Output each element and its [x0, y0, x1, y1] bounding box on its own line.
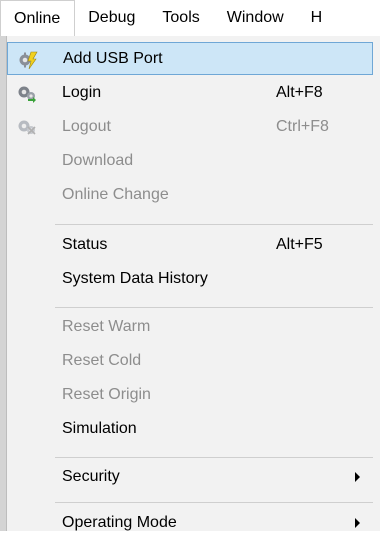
menu-item-simulation[interactable]: Simulation [7, 412, 373, 445]
menu-online[interactable]: Online [0, 0, 76, 36]
menu-help[interactable]: H [298, 0, 337, 36]
gear-logout-icon [17, 117, 37, 137]
menu-separator [55, 224, 373, 225]
menu-item-online-change[interactable]: Online Change [7, 178, 373, 211]
menu-debug[interactable]: Debug [75, 0, 149, 36]
menu-item-security[interactable]: Security [7, 460, 373, 493]
shortcut-text: Alt+F8 [276, 83, 323, 101]
menu-item-system-data-history[interactable]: System Data History [7, 262, 373, 295]
menu-item-label: Status [62, 235, 108, 253]
menu-bar: Online Debug Tools Window H [0, 0, 380, 36]
menu-item-logout[interactable]: Logout Ctrl+F8 [7, 110, 373, 143]
menu-window[interactable]: Window [214, 0, 298, 36]
menu-item-reset-origin[interactable]: Reset Origin [7, 378, 373, 411]
gear-login-icon [17, 83, 37, 103]
menu-item-label: System Data History [62, 269, 208, 287]
menu-item-reset-warm[interactable]: Reset Warm [7, 310, 373, 343]
menu-item-label: Reset Origin [62, 385, 151, 403]
menu-separator [55, 502, 373, 503]
menu-tools[interactable]: Tools [149, 0, 213, 36]
menu-item-label: Logout [62, 117, 111, 135]
menu-item-reset-cold[interactable]: Reset Cold [7, 344, 373, 377]
menu-item-label: Operating Mode [62, 513, 177, 531]
online-dropdown-menu: Add USB Port Login Alt+F8 Logout Ctrl+F8… [6, 36, 380, 531]
shortcut-text: Ctrl+F8 [276, 117, 329, 135]
menu-item-label: Security [62, 467, 120, 485]
menu-item-add-usb-port[interactable]: Add USB Port [7, 42, 373, 75]
menu-item-label: Reset Warm [62, 317, 151, 335]
menu-separator [55, 307, 373, 308]
menu-item-operating-mode[interactable]: Operating Mode [7, 506, 373, 539]
usb-plug-gear-icon [18, 50, 38, 70]
menu-item-label: Online Change [62, 185, 169, 203]
shortcut-text: Alt+F5 [276, 235, 323, 253]
menu-item-login[interactable]: Login Alt+F8 [7, 76, 373, 109]
menu-item-label: Download [62, 151, 134, 169]
menu-item-label: Simulation [62, 419, 137, 437]
menu-separator [55, 457, 373, 458]
menu-item-label: Reset Cold [62, 351, 142, 369]
submenu-arrow-icon [355, 472, 360, 482]
menu-item-download[interactable]: Download [7, 144, 373, 177]
menu-item-label: Login [62, 83, 102, 101]
menu-item-label: Add USB Port [63, 49, 163, 67]
menu-item-status[interactable]: Status Alt+F5 [7, 228, 373, 261]
submenu-arrow-icon [355, 518, 360, 528]
